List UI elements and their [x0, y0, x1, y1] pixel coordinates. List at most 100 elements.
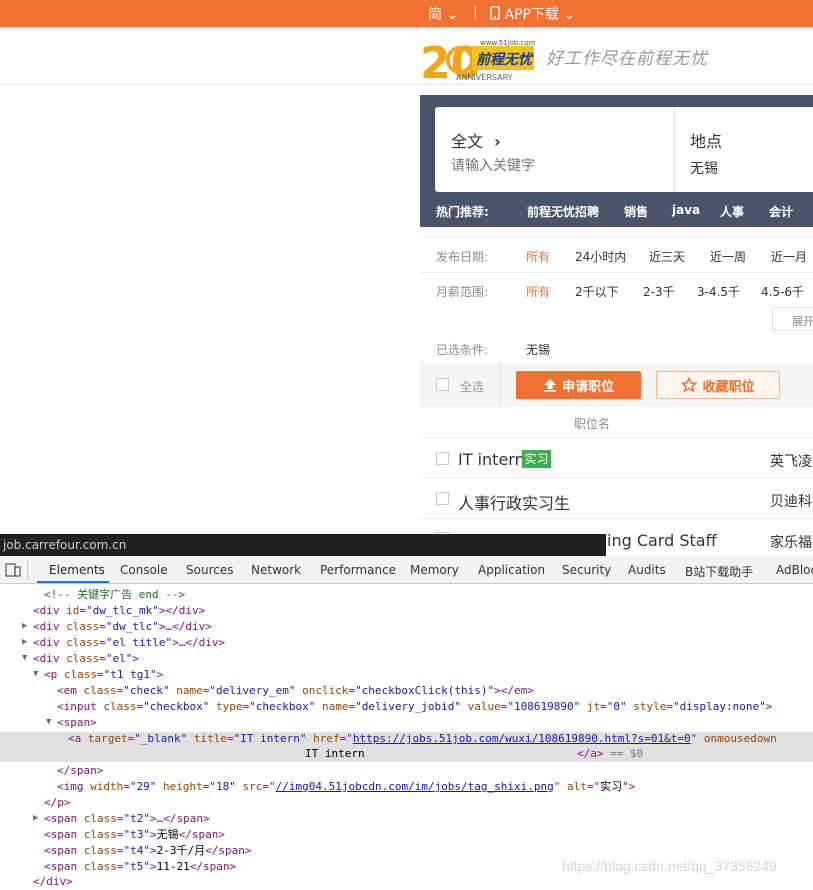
dom-node[interactable]: <em class="check" name="delivery_em" onc… — [57, 683, 534, 699]
date-option[interactable]: 近三天 — [649, 248, 685, 265]
job-checkbox[interactable] — [436, 452, 449, 465]
dom-node[interactable]: </div> — [33, 874, 73, 890]
dom-node[interactable]: <span class="t4">2-3千/月</span> — [44, 843, 251, 859]
attr-value: "delivery_jobid" — [355, 700, 462, 713]
salary-option[interactable]: 所有 — [526, 283, 550, 300]
dom-node[interactable]: <div id="dw_tlc_mk"></div> — [33, 603, 205, 619]
tab-performance[interactable]: Performance — [320, 563, 396, 577]
favorite-job-button[interactable]: 收藏职位 — [656, 371, 780, 399]
device-toggle-icon[interactable] — [5, 562, 21, 578]
date-option[interactable]: 24小时内 — [575, 248, 626, 265]
salary-option[interactable]: 2千以下 — [575, 283, 619, 300]
expand-triangle-icon[interactable]: ▶ — [22, 637, 27, 647]
tab-application[interactable]: Application — [478, 563, 545, 577]
attr-name: class — [66, 620, 100, 633]
location-value[interactable]: 无锡 — [690, 158, 718, 178]
salary-option[interactable]: 2-3千 — [643, 283, 675, 300]
dom-node[interactable]: <div class="el title">…</div> — [33, 635, 225, 651]
tag-close: >…</div> — [158, 620, 212, 633]
language-switch[interactable]: 简 ⌄ — [428, 4, 458, 24]
tab-network[interactable]: Network — [251, 563, 301, 577]
hot-item[interactable]: 销售 — [624, 203, 648, 220]
dom-node[interactable]: </span> — [57, 763, 103, 779]
dom-node[interactable]: <span class="t3">无锡</span> — [44, 827, 225, 843]
job-title-link[interactable]: 人事行政实习生 — [458, 490, 570, 514]
collapse-triangle-icon[interactable]: ▼ — [46, 717, 51, 727]
column-header-job-name: 职位名 — [574, 417, 611, 431]
list-divider — [420, 518, 813, 519]
dom-node[interactable]: <div class="el"> — [33, 651, 139, 667]
keyword-input[interactable] — [449, 155, 673, 177]
hot-item[interactable]: 人事 — [720, 203, 744, 220]
company-name[interactable]: 英飞凌 — [770, 451, 812, 471]
hot-item[interactable]: java — [672, 203, 700, 217]
tag-open: <span — [44, 828, 84, 841]
selected-condition[interactable]: 无锡 — [526, 341, 550, 358]
date-filter-label: 发布日期: — [436, 250, 489, 264]
job-title-link[interactable]: ing Card Staff — [607, 531, 717, 550]
collapse-triangle-icon[interactable]: ▼ — [33, 669, 38, 679]
dom-text-node[interactable]: IT intern — [305, 746, 365, 762]
dom-node[interactable]: </a> == $0 — [577, 746, 643, 762]
elements-panel: <!-- 关键字广告 end --> <div id="dw_tlc_mk"><… — [0, 584, 813, 888]
phone-icon — [490, 5, 500, 21]
dom-node-selected[interactable]: <a target="_blank" title="IT intern" hre… — [68, 731, 777, 747]
hot-item[interactable]: 前程无忧招聘 — [527, 203, 599, 220]
company-name[interactable]: 贝迪科 — [770, 491, 812, 511]
dom-node[interactable]: <span class="t5">11-21</span> — [44, 859, 236, 875]
select-all-label: 全选 — [460, 380, 485, 394]
search-type-selector[interactable]: 全文 › — [451, 128, 501, 152]
salary-option[interactable]: 4.5-6千 — [761, 283, 804, 300]
tag-close: </span> — [178, 828, 225, 841]
tag-open: <div — [33, 636, 67, 649]
collapse-triangle-icon[interactable]: ▼ — [22, 653, 27, 663]
search-divider — [674, 107, 675, 192]
attr-name: class — [63, 668, 97, 681]
job-checkbox[interactable] — [436, 492, 449, 505]
expand-button[interactable]: 展开 — [772, 307, 813, 331]
tab-audits[interactable]: Audits — [628, 563, 666, 577]
status-url-tooltip: job.carrefour.com.cn — [0, 534, 606, 556]
date-option[interactable]: 近一月 — [771, 248, 807, 265]
dom-node[interactable]: <div class="dw_tlc">…</div> — [33, 619, 212, 635]
tag-close: > — [628, 780, 636, 793]
app-download-link[interactable]: APP下载 ⌄ — [490, 4, 575, 24]
dom-node[interactable]: <input class="checkbox" type="checkbox" … — [57, 699, 772, 715]
attr-name: title — [193, 732, 227, 745]
favorite-job-label: 收藏职位 — [702, 379, 755, 395]
dom-node[interactable]: <span class="t2">…</span> — [44, 811, 210, 827]
dom-node[interactable]: </p> — [44, 795, 71, 811]
tag-open: <div — [33, 652, 67, 665]
dom-node[interactable]: <img width="29" height="18" src="//img04… — [57, 779, 635, 795]
salary-option[interactable]: 3-4.5千 — [697, 283, 740, 300]
dom-text: 2-3千/月 — [156, 844, 206, 857]
date-option[interactable]: 近一周 — [710, 248, 746, 265]
apply-job-button[interactable]: 申请职位 — [516, 371, 641, 399]
tab-sources[interactable]: Sources — [186, 563, 233, 577]
expand-triangle-icon[interactable]: ▶ — [33, 813, 38, 823]
logo-brand: 前程无忧 — [476, 51, 534, 68]
tab-memory[interactable]: Memory — [410, 563, 459, 577]
site-logo[interactable]: 20 www.51job.com 前程无忧 ANNIVERSARY — [420, 34, 540, 89]
dom-node[interactable]: <p class="t1 tg1"> — [44, 667, 163, 683]
href-link[interactable]: https://jobs.51job.com/wuxi/108619890.ht… — [353, 732, 691, 745]
attr-name: class — [83, 844, 117, 857]
attr-name: height — [163, 780, 203, 793]
job-title-link[interactable]: IT intern — [458, 450, 525, 469]
src-link[interactable]: //img04.51jobcdn.com/im/jobs/tag_shixi.p… — [276, 780, 554, 793]
company-name[interactable]: 家乐福 — [770, 532, 812, 552]
tab-console[interactable]: Console — [120, 563, 168, 577]
hot-item[interactable]: 会计 — [769, 203, 793, 220]
topbar-divider: | — [473, 4, 478, 20]
dom-comment[interactable]: <!-- 关键字广告 end --> — [44, 587, 185, 603]
tab-bilibili-helper[interactable]: B站下载助手 — [685, 563, 753, 580]
expand-triangle-icon[interactable]: ▶ — [22, 621, 27, 631]
tab-adblock[interactable]: AdBloc — [776, 563, 813, 577]
dom-node[interactable]: <span> — [57, 715, 97, 731]
attr-value: "checkbox" — [249, 700, 316, 713]
select-all-checkbox[interactable] — [436, 378, 449, 391]
tab-elements[interactable]: Elements — [49, 563, 105, 577]
attr-value: "29" — [129, 780, 157, 793]
tab-security[interactable]: Security — [562, 563, 611, 577]
date-option[interactable]: 所有 — [526, 248, 550, 265]
